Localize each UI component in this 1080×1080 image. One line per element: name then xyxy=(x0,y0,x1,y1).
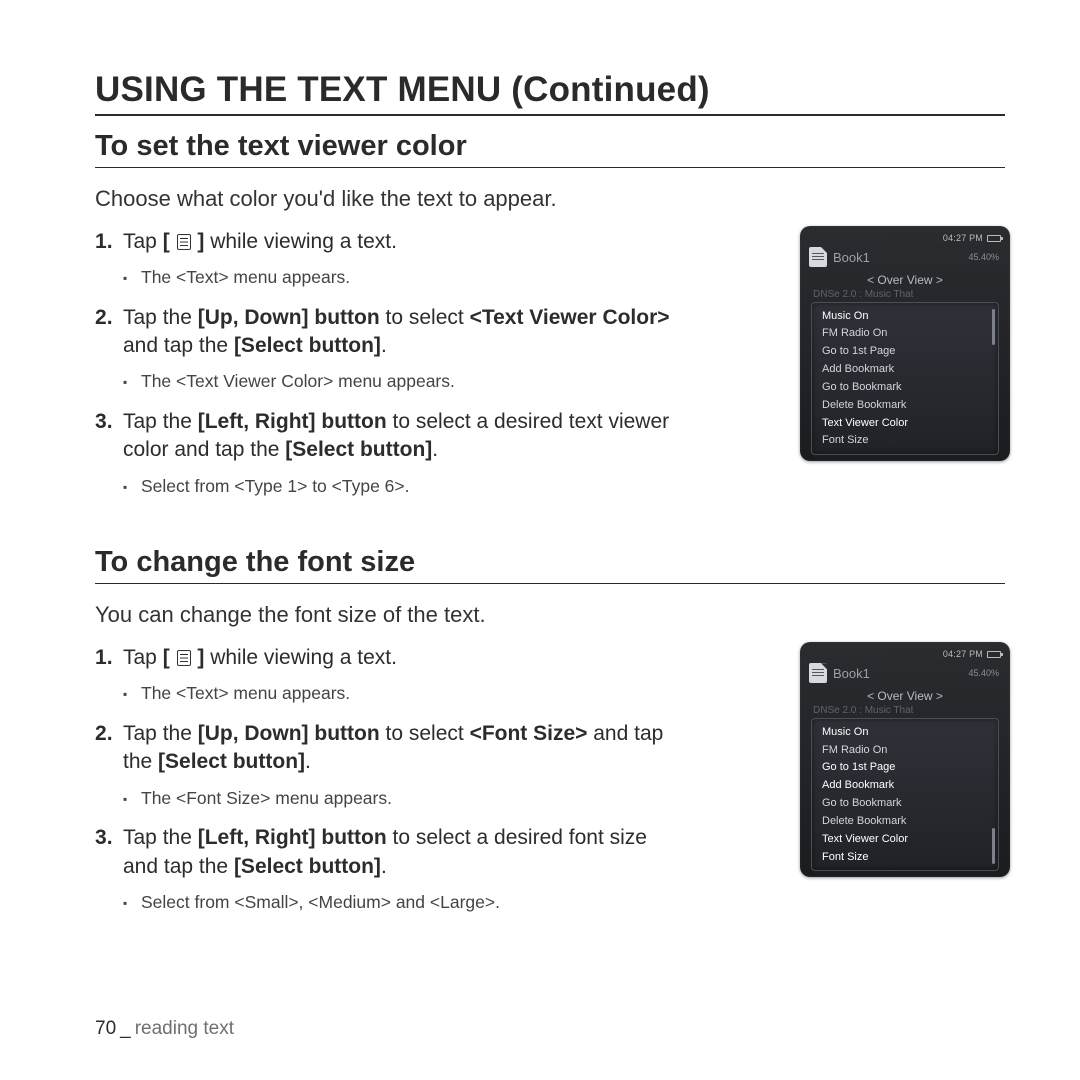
device-overview-label: < Over View > xyxy=(807,273,1003,287)
t: Tap the xyxy=(123,722,198,745)
section2-step2-sub: The <Font Size> menu appears. xyxy=(123,787,675,811)
menu-item: Go to 1st Page xyxy=(812,759,998,777)
t: [Up, Down] button xyxy=(198,306,380,329)
menu-item: Go to 1st Page xyxy=(812,343,998,361)
section1-rule xyxy=(95,167,1005,168)
menu-item-selected: Text Viewer Color xyxy=(812,414,998,432)
document-icon xyxy=(809,247,827,267)
t: . xyxy=(432,438,438,461)
menu-item: Go to Bookmark xyxy=(812,378,998,396)
section1-intro: Choose what color you'd like the text to… xyxy=(95,184,1005,214)
device-time: 04:27 PM xyxy=(943,649,983,659)
t: <Text Viewer Color> xyxy=(470,306,670,329)
section1-step3: Tap the [Left, Right] button to select a… xyxy=(95,408,675,465)
step-text: Tap xyxy=(123,230,163,253)
device-percent: 45.40% xyxy=(968,668,999,678)
device-faint-line: DNSe 2.0 : Music That xyxy=(807,287,1003,300)
section2-step1: Tap [ ] while viewing a text. xyxy=(95,644,675,672)
device-status-bar: 04:27 PM xyxy=(807,232,1003,245)
section-font-size: To change the font size You can change t… xyxy=(95,546,1005,914)
section1-step2: Tap the [Up, Down] button to select <Tex… xyxy=(95,304,675,361)
t: <Font Size> xyxy=(470,722,588,745)
t: [Select button] xyxy=(234,855,381,878)
section2-intro: You can change the font size of the text… xyxy=(95,600,1005,630)
menu-item: Delete Bookmark xyxy=(812,813,998,831)
menu-item: Music On xyxy=(812,723,998,741)
section2-rule xyxy=(95,583,1005,584)
t: Tap the xyxy=(123,410,198,433)
device-menu: Music On FM Radio On Go to 1st Page Add … xyxy=(811,718,999,871)
t: [Select button] xyxy=(234,334,381,357)
chapter-label: reading text xyxy=(135,1018,234,1039)
device-time: 04:27 PM xyxy=(943,233,983,243)
t: . xyxy=(381,334,387,357)
section-text-viewer-color: To set the text viewer color Choose what… xyxy=(95,130,1005,498)
section1-step2-sub: The <Text Viewer Color> menu appears. xyxy=(123,370,675,394)
t: [Left, Right] button xyxy=(198,826,387,849)
menu-icon xyxy=(177,650,191,666)
page-footer: 70_reading text xyxy=(95,1018,234,1040)
t: to select xyxy=(380,306,470,329)
device-screenshot-2: 04:27 PM Book1 45.40% < Over View > DNSe… xyxy=(800,642,1010,877)
device-titlebar: Book1 45.40% xyxy=(807,661,1003,687)
step-text: while viewing a text. xyxy=(204,230,397,253)
t: [Select button] xyxy=(158,750,305,773)
menu-item: Add Bookmark xyxy=(812,361,998,379)
battery-icon xyxy=(987,651,1001,658)
device-overview-label: < Over View > xyxy=(807,689,1003,703)
section1-heading: To set the text viewer color xyxy=(95,130,1005,163)
device-menu: Music On FM Radio On Go to 1st Page Add … xyxy=(811,302,999,455)
page-title: USING THE TEXT MENU (Continued) xyxy=(95,70,1005,110)
section2-step2: Tap the [Up, Down] button to select <Fon… xyxy=(95,720,675,777)
menu-item: FM Radio On xyxy=(812,741,998,759)
menu-item: Text Viewer Color xyxy=(812,830,998,848)
device-status-bar: 04:27 PM xyxy=(807,648,1003,661)
t: [Select button] xyxy=(285,438,432,461)
battery-icon xyxy=(987,235,1001,242)
section2-step3-sub: Select from <Small>, <Medium> and <Large… xyxy=(123,891,675,915)
title-rule xyxy=(95,114,1005,116)
t: Tap the xyxy=(123,826,198,849)
t: while viewing a text. xyxy=(204,646,397,669)
t: Tap xyxy=(123,646,163,669)
t: Tap the xyxy=(123,306,198,329)
t: to select xyxy=(380,722,470,745)
section1-step1-sub: The <Text> menu appears. xyxy=(123,266,675,290)
scrollbar-thumb xyxy=(992,309,995,345)
menu-item-selected: Font Size xyxy=(812,848,998,866)
section1-steps: Tap [ ] while viewing a text. xyxy=(95,228,675,256)
t: and tap the xyxy=(123,334,234,357)
document-icon xyxy=(809,663,827,683)
menu-item: Font Size xyxy=(812,432,998,450)
t: [Up, Down] button xyxy=(198,722,380,745)
t: [Left, Right] button xyxy=(198,410,387,433)
section2-step1-sub: The <Text> menu appears. xyxy=(123,682,675,706)
section2-step3: Tap the [Left, Right] button to select a… xyxy=(95,824,675,881)
menu-item: Add Bookmark xyxy=(812,777,998,795)
section1-step1: Tap [ ] while viewing a text. xyxy=(95,228,675,256)
menu-item: Music On xyxy=(812,307,998,325)
page-number: 70 xyxy=(95,1018,116,1039)
device-filename: Book1 xyxy=(833,250,962,265)
device-screenshot-1: 04:27 PM Book1 45.40% < Over View > DNSe… xyxy=(800,226,1010,461)
menu-item: FM Radio On xyxy=(812,325,998,343)
device-titlebar: Book1 45.40% xyxy=(807,245,1003,271)
device-percent: 45.40% xyxy=(968,252,999,262)
menu-item: Delete Bookmark xyxy=(812,396,998,414)
t: . xyxy=(381,855,387,878)
menu-item: Go to Bookmark xyxy=(812,795,998,813)
section1-step3-sub: Select from <Type 1> to <Type 6>. xyxy=(123,475,675,499)
scrollbar-thumb xyxy=(992,828,995,864)
menu-icon xyxy=(177,234,191,250)
section2-steps: Tap [ ] while viewing a text. xyxy=(95,644,675,672)
section2-heading: To change the font size xyxy=(95,546,1005,579)
device-filename: Book1 xyxy=(833,666,962,681)
t: . xyxy=(305,750,311,773)
device-faint-line: DNSe 2.0 : Music That xyxy=(807,703,1003,716)
